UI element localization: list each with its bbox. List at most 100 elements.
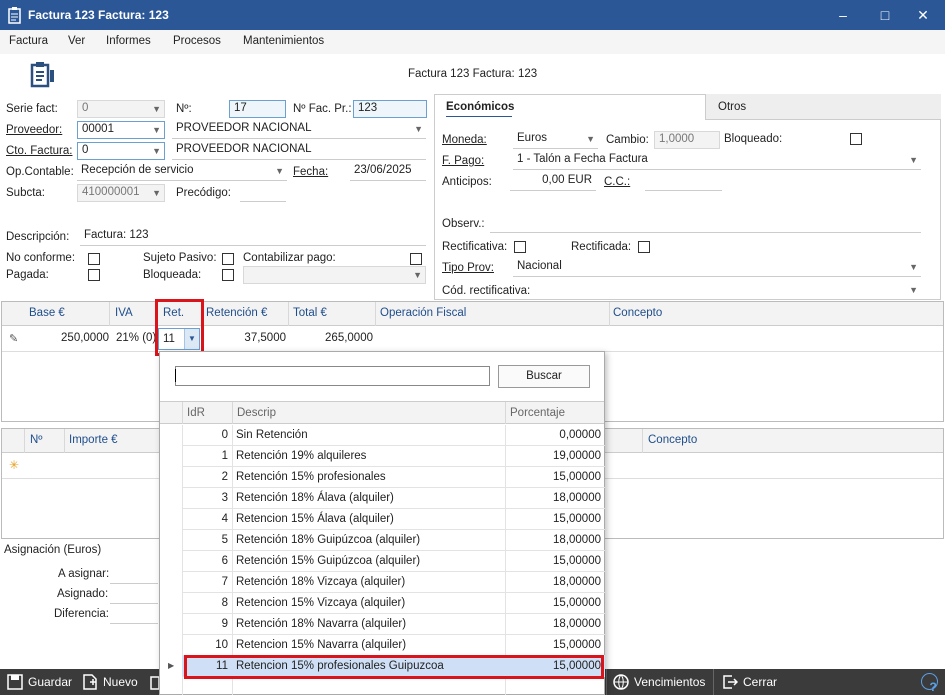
cambio-label: Cambio: <box>606 134 649 146</box>
num-field[interactable]: 17 <box>229 100 286 118</box>
numfac-field[interactable]: 123 <box>353 100 427 118</box>
rectificada-checkbox[interactable] <box>638 241 650 253</box>
cell-retencion[interactable]: 37,5000 <box>207 332 286 344</box>
sujeto-checkbox[interactable] <box>222 253 234 265</box>
list-item[interactable]: 6 Retención 15% Guipúzcoa (alquiler) 15,00… <box>182 551 605 572</box>
codrect-label: Cód. rectificativa: <box>442 285 531 297</box>
precodigo-label: Precódigo: <box>176 187 231 199</box>
descripcion-label: Descripción: <box>6 231 70 243</box>
bloqueada-label: Bloqueada: <box>143 269 202 281</box>
col-concepto[interactable]: Concepto <box>613 307 662 319</box>
list-item[interactable]: 9 Retención 18% Navarra (alquiler) 18,0000… <box>182 614 605 635</box>
descripcion-field[interactable]: Factura: 123 <box>80 228 426 246</box>
lookup-search-input[interactable] <box>175 366 490 386</box>
col-base[interactable]: Base € <box>29 307 65 319</box>
cell-iva[interactable]: 21% (0) <box>116 332 156 344</box>
contabilizar-checkbox[interactable] <box>410 253 422 265</box>
tipoprov-label[interactable]: Tipo Prov: <box>442 262 494 274</box>
num-label: Nº: <box>176 103 192 115</box>
globe-icon <box>613 674 629 690</box>
subcta-field[interactable]: 410000001 ▼ <box>77 184 165 202</box>
col-porcentaje[interactable]: Porcentaje <box>510 407 565 419</box>
observ-field[interactable] <box>490 215 921 233</box>
cc-label[interactable]: C.C.: <box>604 176 630 188</box>
list-item[interactable]: 2 Retención 15% profesionales 15,00000 <box>182 467 605 488</box>
list-item[interactable]: 10 Retencion 15% Navarra (alquiler) 15,000… <box>182 635 605 656</box>
col-idr[interactable]: IdR <box>187 407 205 419</box>
asignado-label: Asignado: <box>57 588 109 600</box>
precodigo-field[interactable] <box>240 184 286 202</box>
opcontable-label: Op.Contable: <box>6 166 74 178</box>
fpago-field[interactable]: 1 - Talón a Fecha Factura ▼ <box>513 152 921 170</box>
proveedor-label[interactable]: Proveedor: <box>6 124 62 136</box>
cto-code-field[interactable]: 0 ▼ <box>77 142 165 160</box>
bloqueada-combo[interactable]: ▼ <box>243 266 426 284</box>
search-button[interactable]: Buscar <box>498 365 590 388</box>
minimize-button[interactable]: – <box>820 0 866 30</box>
list-item[interactable]: 8 Retencion 15% Vizcaya (alquiler) 15,0000… <box>182 593 605 614</box>
cc-field[interactable] <box>645 173 722 191</box>
codrect-field[interactable]: ▼ <box>535 282 921 300</box>
diferencia-field <box>110 606 158 624</box>
list-item[interactable]: 3 Retención 18% Álava (alquiler) 18,00000 <box>182 488 605 509</box>
list-item[interactable]: 0 Sin Retención 0,00000 <box>182 425 605 446</box>
tipoprov-field[interactable]: Nacional ▼ <box>513 259 921 277</box>
fecha-label[interactable]: Fecha: <box>293 166 328 178</box>
list-item[interactable]: 5 Retención 18% Guipúzcoa (alquiler) 18,00… <box>182 530 605 551</box>
close-window-button[interactable]: Cerrar <box>743 675 777 689</box>
cell-total[interactable]: 265,0000 <box>294 332 373 344</box>
noconforme-checkbox[interactable] <box>88 253 100 265</box>
col-concepto-2[interactable]: Concepto <box>648 434 697 446</box>
row-pointer-icon: ▶ <box>168 661 175 670</box>
anticipos-field[interactable]: 0,00 EUR <box>510 173 596 191</box>
menu-factura[interactable]: Factura <box>9 35 48 47</box>
selected-row-highlight <box>184 655 604 679</box>
col-num[interactable]: Nº <box>30 434 43 446</box>
moneda-field[interactable]: Euros ▼ <box>513 131 598 149</box>
menu-informes[interactable]: Informes <box>106 35 151 47</box>
col-retencion[interactable]: Retención € <box>206 307 267 319</box>
menu-mantenimientos[interactable]: Mantenimientos <box>243 35 324 47</box>
document-icon <box>30 62 54 88</box>
proveedor-name-field[interactable]: PROVEEDOR NACIONAL ▼ <box>172 121 426 139</box>
fecha-field[interactable]: 23/06/2025 <box>350 163 426 181</box>
proveedor-code-field[interactable]: 00001 ▼ <box>77 121 165 139</box>
moneda-label[interactable]: Moneda: <box>442 134 487 146</box>
list-item[interactable]: 7 Retención 18% Vizcaya (alquiler) 18,0000… <box>182 572 605 593</box>
a-asignar-field <box>110 566 158 584</box>
bloqueado-checkbox[interactable] <box>850 133 862 145</box>
opcontable-field[interactable]: Recepción de servicio ▼ <box>77 163 287 181</box>
rectificativa-checkbox[interactable] <box>514 241 526 253</box>
col-operacion-fiscal[interactable]: Operación Fiscal <box>380 307 466 319</box>
list-item[interactable]: 4 Retencion 15% Álava (alquiler) 15,00000 <box>182 509 605 530</box>
serie-field[interactable]: 0 ▼ <box>77 100 165 118</box>
col-total[interactable]: Total € <box>293 307 327 319</box>
observ-label: Observ.: <box>442 218 485 230</box>
pagada-checkbox[interactable] <box>88 269 100 281</box>
help-icon[interactable]: ? <box>921 673 938 694</box>
col-iva[interactable]: IVA <box>115 307 133 319</box>
fpago-label[interactable]: F. Pago: <box>442 155 484 167</box>
invoice-icon <box>8 7 21 24</box>
rectificada-label: Rectificada: <box>571 241 632 253</box>
menu-procesos[interactable]: Procesos <box>173 35 221 47</box>
bloqueada-checkbox[interactable] <box>222 269 234 281</box>
new-button[interactable]: Nuevo <box>103 675 138 689</box>
table-row[interactable]: ✎ 250,0000 21% (0) 37,5000 265,0000 <box>2 326 943 352</box>
tab-otros[interactable]: Otros <box>705 94 941 120</box>
sujeto-label: Sujeto Pasivo: <box>143 252 217 264</box>
save-button[interactable]: Guardar <box>28 675 72 689</box>
menu-ver[interactable]: Ver <box>68 35 85 47</box>
cambio-field[interactable]: 1,0000 <box>654 131 720 149</box>
cto-name-field[interactable]: PROVEEDOR NACIONAL <box>172 142 426 160</box>
col-descrip[interactable]: Descrip <box>237 407 276 419</box>
col-importe[interactable]: Importe € <box>69 434 118 446</box>
vencimientos-button[interactable]: Vencimientos <box>634 675 705 689</box>
cell-base[interactable]: 250,0000 <box>29 332 109 344</box>
pagada-label: Pagada: <box>6 269 49 281</box>
cto-label[interactable]: Cto. Factura: <box>6 145 72 157</box>
close-button[interactable]: ✕ <box>900 0 945 30</box>
list-item[interactable]: 1 Retención 19% alquileres 19,00000 <box>182 446 605 467</box>
bloqueado-label: Bloqueado: <box>724 133 783 145</box>
tab-economicos[interactable]: Económicos <box>446 101 514 113</box>
